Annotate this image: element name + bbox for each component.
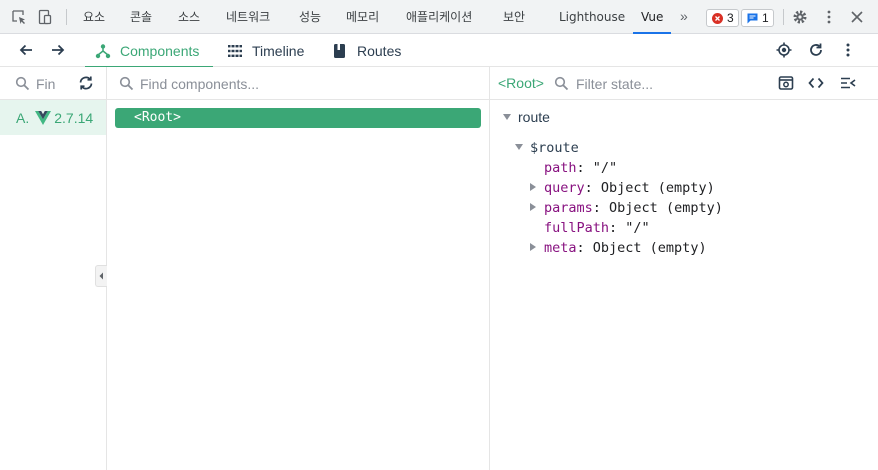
forward-arrow-icon[interactable] — [50, 42, 66, 58]
expand-toggle[interactable] — [530, 183, 536, 191]
close-icon[interactable] — [849, 9, 865, 25]
back-arrow-icon[interactable] — [18, 42, 34, 58]
error-icon — [712, 13, 723, 24]
tab-performance[interactable]: 성능 — [299, 0, 321, 34]
state-key-route[interactable]: $route — [530, 138, 579, 158]
tab-vue[interactable]: Vue — [632, 0, 672, 34]
devtools-tabbar: 요소 콘솔 소스 네트워크 성능 메모리 애플리케이션 보안 Lighthous… — [0, 0, 878, 34]
tab-timeline-label: Timeline — [252, 42, 305, 59]
state-row[interactable]: query: Object (empty) — [544, 178, 715, 198]
refresh-apps-icon[interactable] — [78, 75, 94, 91]
tab-elements[interactable]: 요소 — [83, 0, 105, 34]
tab-routes[interactable]: Routes — [332, 34, 401, 67]
app-list-item[interactable]: A. 2.7.14 — [0, 100, 106, 135]
collapse-all-icon[interactable] — [840, 75, 856, 91]
state-row[interactable]: fullPath: "/" — [544, 218, 650, 238]
component-tree-node-root[interactable]: <Root> — [115, 108, 481, 128]
vue-devtools-toolbar: Components Timeline Routes — [0, 34, 878, 68]
more-options-icon[interactable] — [821, 9, 837, 25]
selected-component-label: <Root> — [498, 75, 544, 91]
timeline-icon — [228, 44, 242, 57]
apps-header — [0, 67, 106, 100]
components-pane: <Root> — [107, 67, 490, 470]
expand-toggle[interactable] — [530, 243, 536, 251]
section-collapse-toggle[interactable] — [503, 114, 511, 120]
routes-book-icon — [334, 43, 345, 58]
apps-search-input[interactable] — [36, 73, 66, 95]
error-count: 3 — [727, 11, 734, 25]
state-key: meta — [544, 240, 577, 256]
tab-components-label: Components — [120, 42, 200, 59]
state-key: fullPath — [544, 220, 610, 236]
state-key: query — [544, 180, 585, 196]
select-component-target-icon[interactable] — [776, 42, 792, 58]
state-key: path — [544, 160, 577, 176]
toolbar-divider — [783, 9, 784, 25]
state-row[interactable]: meta: Object (empty) — [544, 238, 707, 258]
chevron-left-icon — [99, 272, 103, 280]
inspect-element-icon[interactable] — [11, 9, 27, 25]
tab-routes-label: Routes — [357, 42, 402, 59]
tab-console[interactable]: 콘솔 — [130, 0, 152, 34]
toolbar-divider — [66, 9, 67, 25]
state-value: Object (empty) — [609, 200, 723, 216]
components-header — [107, 67, 489, 100]
state-row[interactable]: params: Object (empty) — [544, 198, 723, 218]
state-key: params — [544, 200, 593, 216]
inspect-dom-code-icon[interactable] — [808, 75, 824, 91]
app-name: A. — [16, 109, 30, 126]
collapse-pane-handle[interactable] — [95, 265, 107, 287]
search-icon — [15, 76, 30, 91]
more-options-icon[interactable] — [840, 42, 856, 58]
filter-state-input[interactable] — [576, 73, 756, 95]
search-icon — [119, 76, 134, 91]
state-value: "/" — [592, 160, 618, 176]
apps-pane: A. 2.7.14 — [0, 67, 107, 470]
tab-security[interactable]: 보안 — [503, 0, 525, 34]
tab-application[interactable]: 애플리케이션 — [406, 0, 472, 34]
state-value: "/" — [625, 220, 650, 236]
components-search-input[interactable] — [140, 73, 470, 95]
vue-logo-icon — [35, 110, 52, 125]
error-count-badge[interactable]: 3 — [706, 9, 739, 27]
route-expand-toggle[interactable] — [515, 144, 523, 150]
tab-lighthouse[interactable]: Lighthouse — [559, 0, 625, 34]
device-toolbar-icon[interactable] — [37, 9, 53, 25]
tab-timeline[interactable]: Timeline — [227, 34, 304, 67]
vue-version: 2.7.14 — [54, 109, 94, 126]
scroll-to-component-icon[interactable] — [778, 75, 794, 91]
message-count-badge[interactable]: 1 — [741, 9, 774, 27]
inspector-pane: <Root> route $route path: "/" query: Obj… — [490, 67, 878, 470]
search-icon — [554, 76, 569, 91]
tab-components[interactable]: Components — [84, 34, 214, 68]
state-value: Object (empty) — [592, 240, 707, 256]
expand-toggle[interactable] — [530, 203, 536, 211]
settings-gear-icon[interactable] — [792, 9, 808, 25]
more-tabs-button[interactable]: » — [680, 0, 688, 34]
components-tree-icon — [95, 43, 111, 58]
message-count: 1 — [762, 11, 769, 25]
tab-network[interactable]: 네트워크 — [226, 0, 270, 34]
inspector-header: <Root> — [490, 67, 878, 100]
state-row[interactable]: path: "/" — [544, 158, 617, 178]
refresh-icon[interactable] — [808, 42, 824, 58]
tab-memory[interactable]: 메모리 — [346, 0, 379, 34]
state-value: Object (empty) — [600, 180, 715, 196]
state-section-title[interactable]: route — [518, 107, 550, 127]
message-icon — [747, 13, 758, 24]
tab-sources[interactable]: 소스 — [178, 0, 200, 34]
